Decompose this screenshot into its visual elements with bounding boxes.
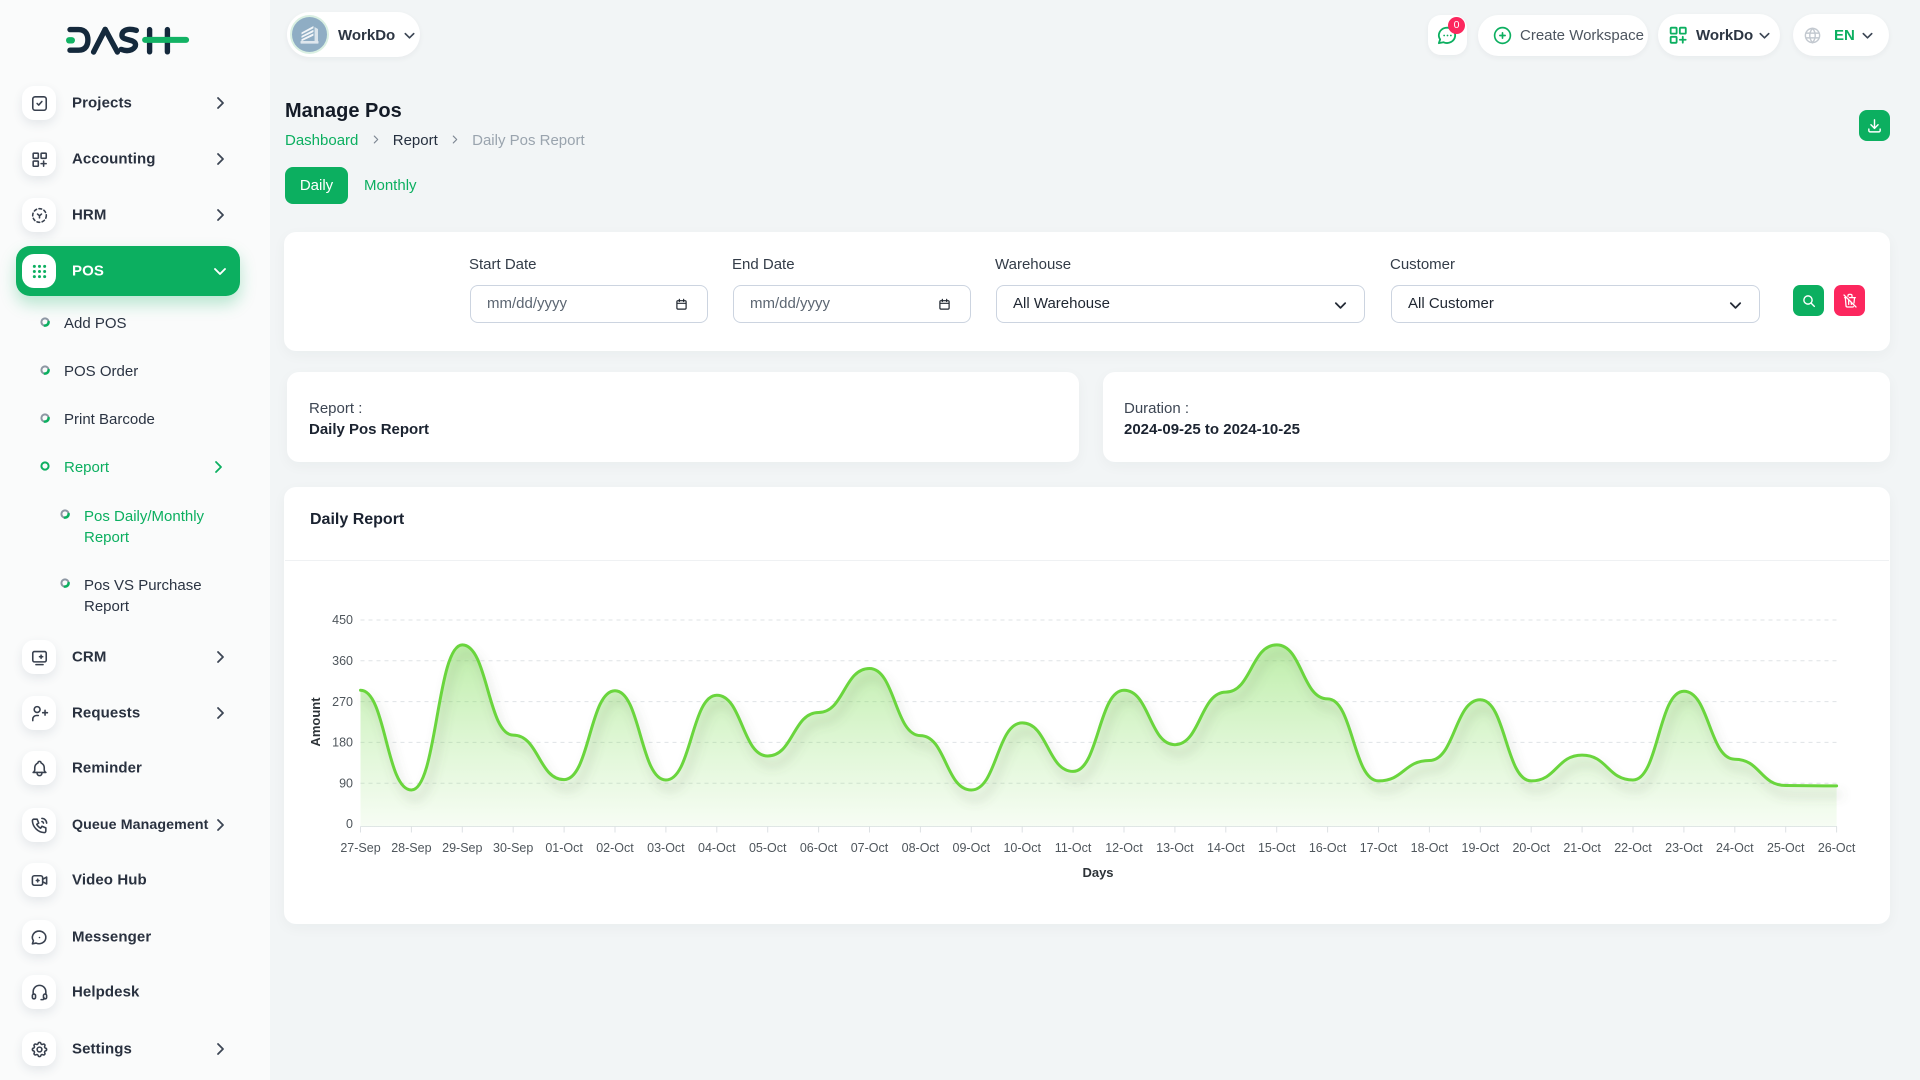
svg-text:12-Oct: 12-Oct [1105, 841, 1143, 855]
svg-text:05-Oct: 05-Oct [749, 841, 787, 855]
svg-text:Days: Days [1082, 865, 1113, 880]
svg-text:03-Oct: 03-Oct [647, 841, 685, 855]
svg-text:11-Oct: 11-Oct [1055, 841, 1092, 855]
svg-text:0: 0 [346, 817, 353, 831]
svg-text:23-Oct: 23-Oct [1665, 841, 1703, 855]
svg-text:18-Oct: 18-Oct [1411, 841, 1449, 855]
svg-text:Amount: Amount [308, 697, 323, 747]
svg-text:27-Sep: 27-Sep [340, 841, 380, 855]
svg-text:19-Oct: 19-Oct [1462, 841, 1500, 855]
svg-text:10-Oct: 10-Oct [1003, 841, 1041, 855]
svg-text:360: 360 [332, 654, 353, 668]
svg-text:02-Oct: 02-Oct [596, 841, 634, 855]
svg-text:30-Sep: 30-Sep [493, 841, 533, 855]
svg-text:20-Oct: 20-Oct [1512, 841, 1550, 855]
svg-text:14-Oct: 14-Oct [1207, 841, 1245, 855]
svg-text:13-Oct: 13-Oct [1156, 841, 1194, 855]
svg-text:29-Sep: 29-Sep [442, 841, 482, 855]
svg-text:26-Oct: 26-Oct [1818, 841, 1856, 855]
svg-text:17-Oct: 17-Oct [1360, 841, 1398, 855]
svg-text:01-Oct: 01-Oct [545, 841, 583, 855]
svg-text:270: 270 [332, 695, 353, 709]
svg-text:16-Oct: 16-Oct [1309, 841, 1347, 855]
svg-text:15-Oct: 15-Oct [1258, 841, 1296, 855]
svg-text:450: 450 [332, 613, 353, 627]
svg-text:90: 90 [339, 776, 353, 790]
svg-text:25-Oct: 25-Oct [1767, 841, 1805, 855]
svg-text:28-Sep: 28-Sep [391, 841, 431, 855]
svg-text:07-Oct: 07-Oct [851, 841, 889, 855]
svg-text:06-Oct: 06-Oct [800, 841, 838, 855]
svg-text:180: 180 [332, 736, 353, 750]
svg-text:08-Oct: 08-Oct [902, 841, 940, 855]
svg-text:24-Oct: 24-Oct [1716, 841, 1754, 855]
svg-text:09-Oct: 09-Oct [953, 841, 991, 855]
svg-text:21-Oct: 21-Oct [1563, 841, 1601, 855]
svg-text:04-Oct: 04-Oct [698, 841, 736, 855]
svg-text:22-Oct: 22-Oct [1614, 841, 1652, 855]
